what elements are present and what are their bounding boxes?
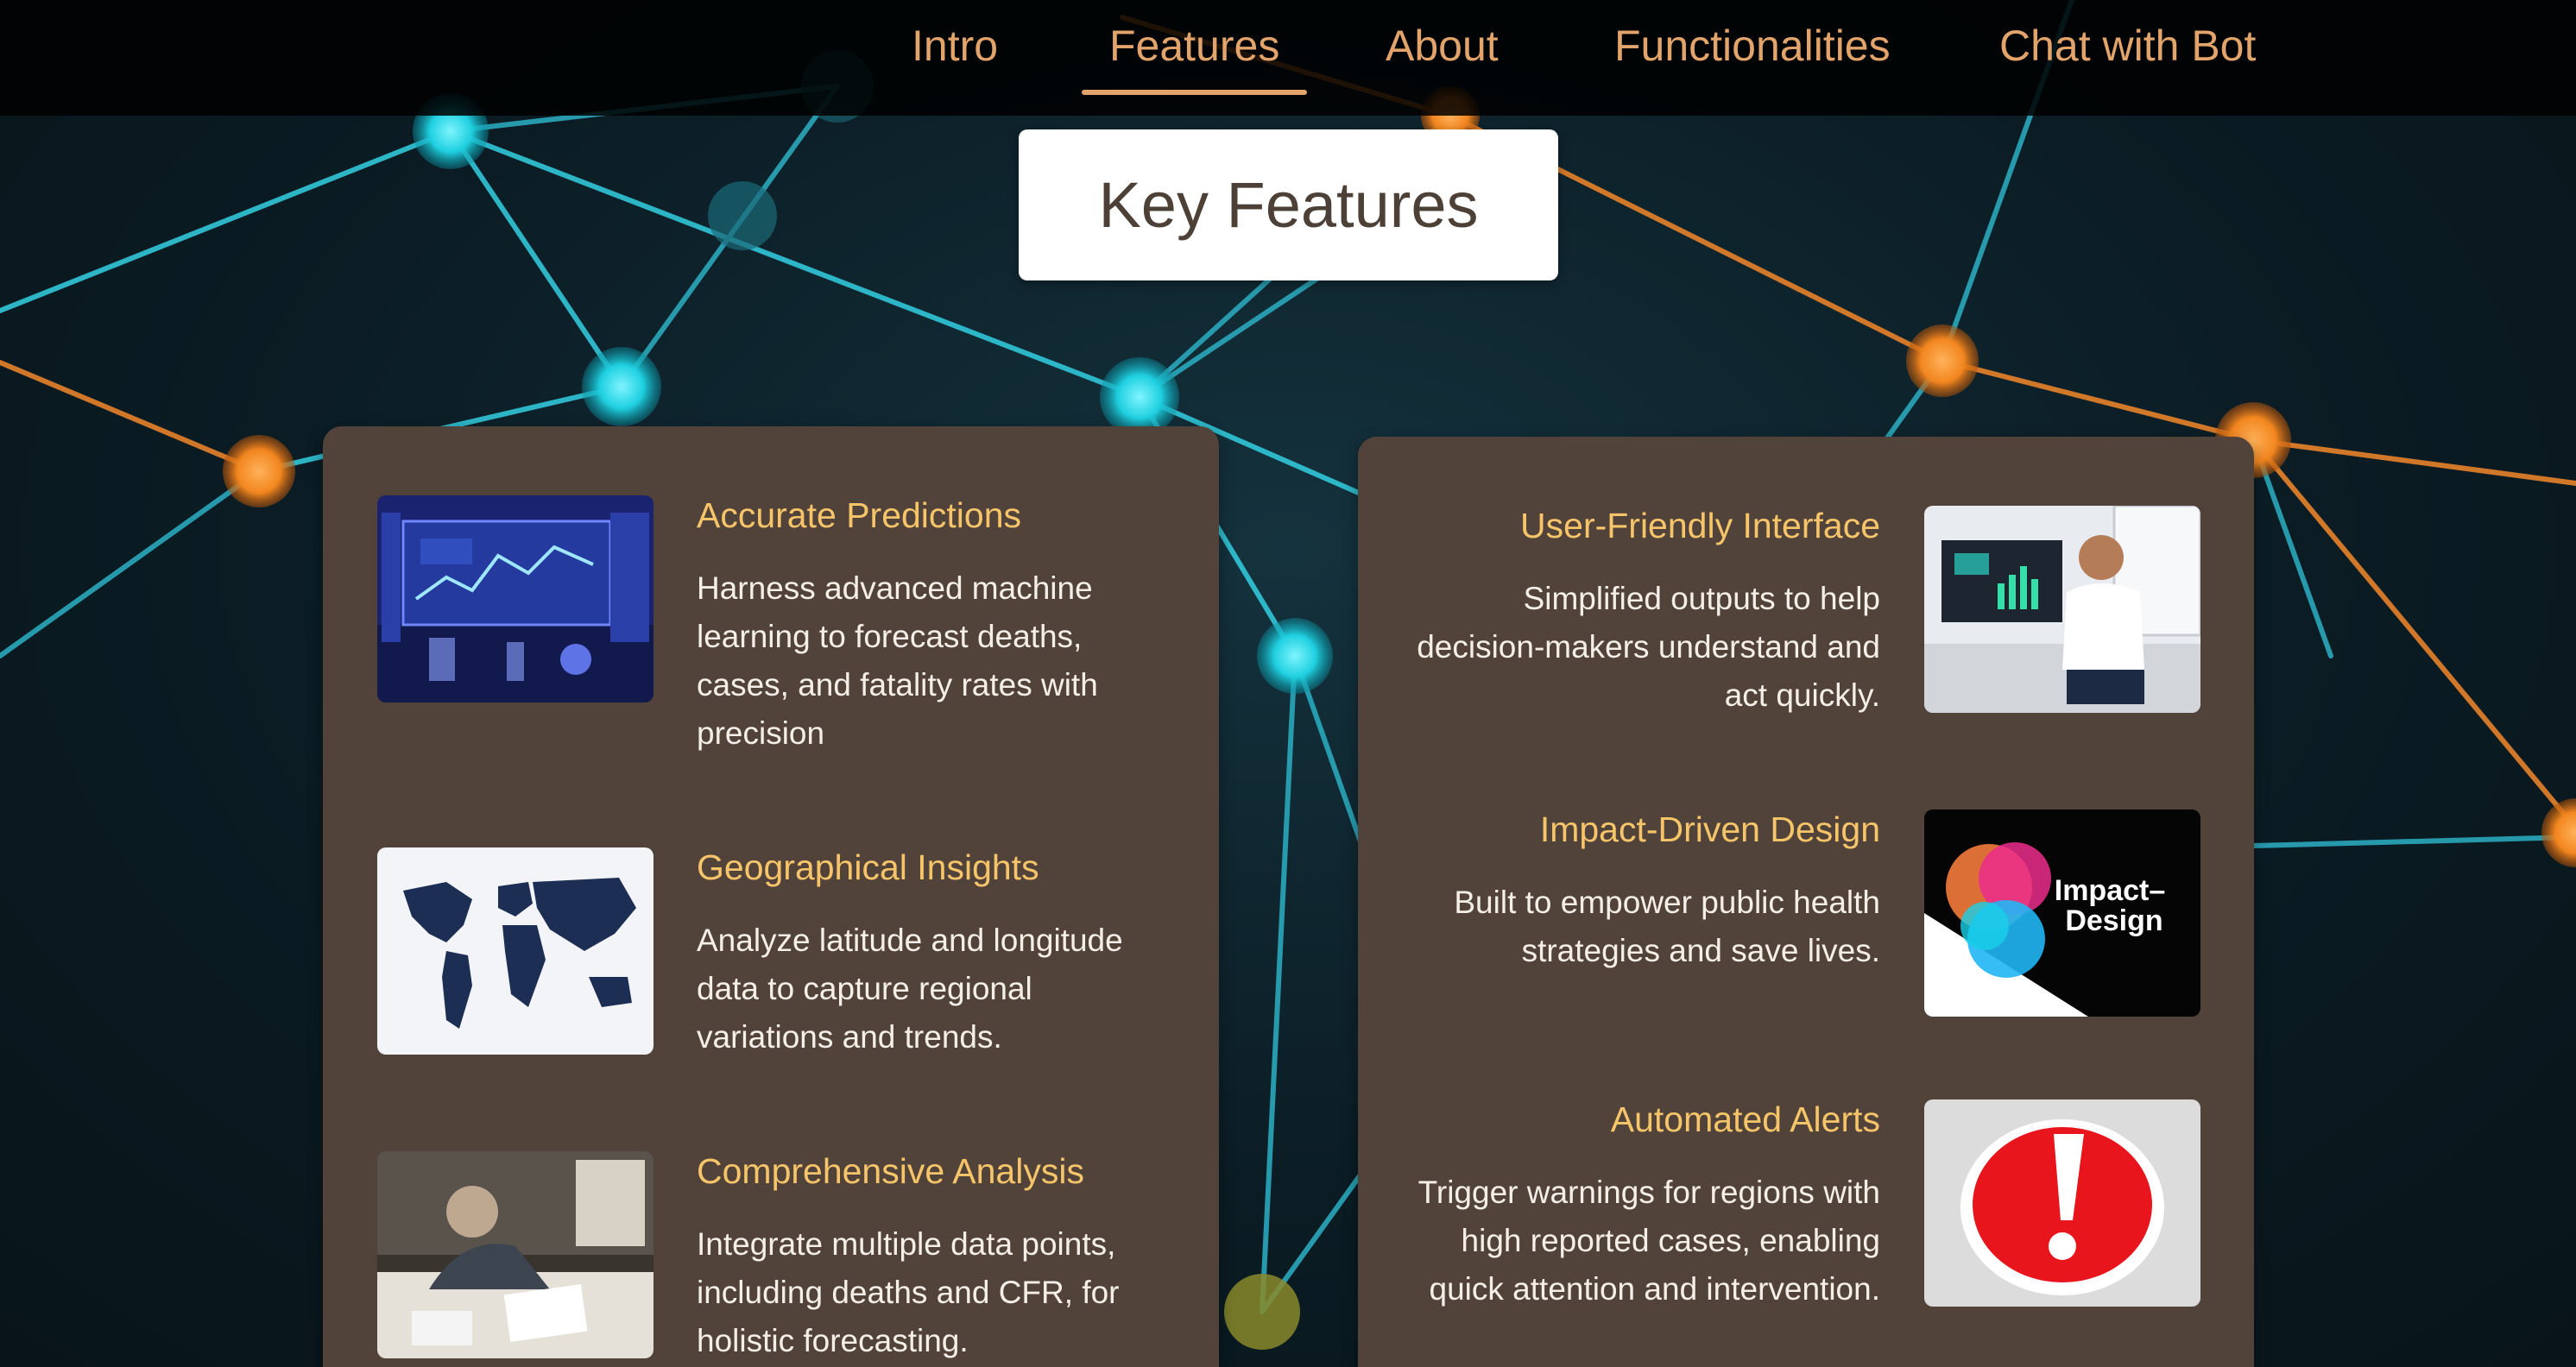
lab-dashboard-image bbox=[377, 495, 653, 702]
feature-title: Accurate Predictions bbox=[697, 495, 1022, 535]
feature-description: Simplified outputs to help decision-make… bbox=[1417, 581, 1880, 713]
feature-description: Analyze latitude and longitude data to c… bbox=[697, 923, 1123, 1055]
feature-description: Harness advanced machine learning to for… bbox=[697, 570, 1098, 751]
section-title-box: Key Features bbox=[1019, 129, 1558, 280]
feature-title: Automated Alerts bbox=[1610, 1099, 1880, 1139]
features-card-right: User-Friendly Interface Simplified outpu… bbox=[1358, 437, 2254, 1367]
feature-title: Impact-Driven Design bbox=[1539, 809, 1880, 849]
user-at-computer-image bbox=[1924, 506, 2200, 713]
section-title: Key Features bbox=[1098, 169, 1479, 241]
nav-about[interactable]: About bbox=[1386, 16, 1499, 93]
nav-intro[interactable]: Intro bbox=[912, 16, 998, 93]
features-card-left: Accurate Predictions Harness advanced ma… bbox=[323, 426, 1219, 1367]
nav-chat-with-bot[interactable]: Chat with Bot bbox=[1999, 16, 2256, 93]
page: Intro Features About Functionalities Cha… bbox=[0, 0, 2576, 1367]
feature-description: Trigger warnings for regions with high r… bbox=[1417, 1175, 1880, 1307]
impact-design-image: Impact– Design bbox=[1924, 809, 2200, 1017]
feature-title: Geographical Insights bbox=[697, 847, 1039, 887]
nav-functionalities[interactable]: Functionalities bbox=[1614, 16, 1891, 93]
top-nav: Intro Features About Functionalities Cha… bbox=[0, 0, 2576, 116]
alert-exclamation-image bbox=[1924, 1099, 2200, 1307]
world-map-image bbox=[377, 847, 653, 1055]
feature-description: Integrate multiple data points, includin… bbox=[697, 1226, 1120, 1358]
analyst-desk-image bbox=[377, 1151, 653, 1358]
impact-design-text-1: Impact– bbox=[2055, 874, 2166, 907]
feature-title: User-Friendly Interface bbox=[1520, 506, 1880, 545]
impact-design-text-2: Design bbox=[2065, 904, 2162, 937]
feature-title: Comprehensive Analysis bbox=[697, 1151, 1084, 1191]
nav-features[interactable]: Features bbox=[1081, 16, 1308, 95]
feature-description: Built to empower public health strategie… bbox=[1454, 885, 1880, 968]
